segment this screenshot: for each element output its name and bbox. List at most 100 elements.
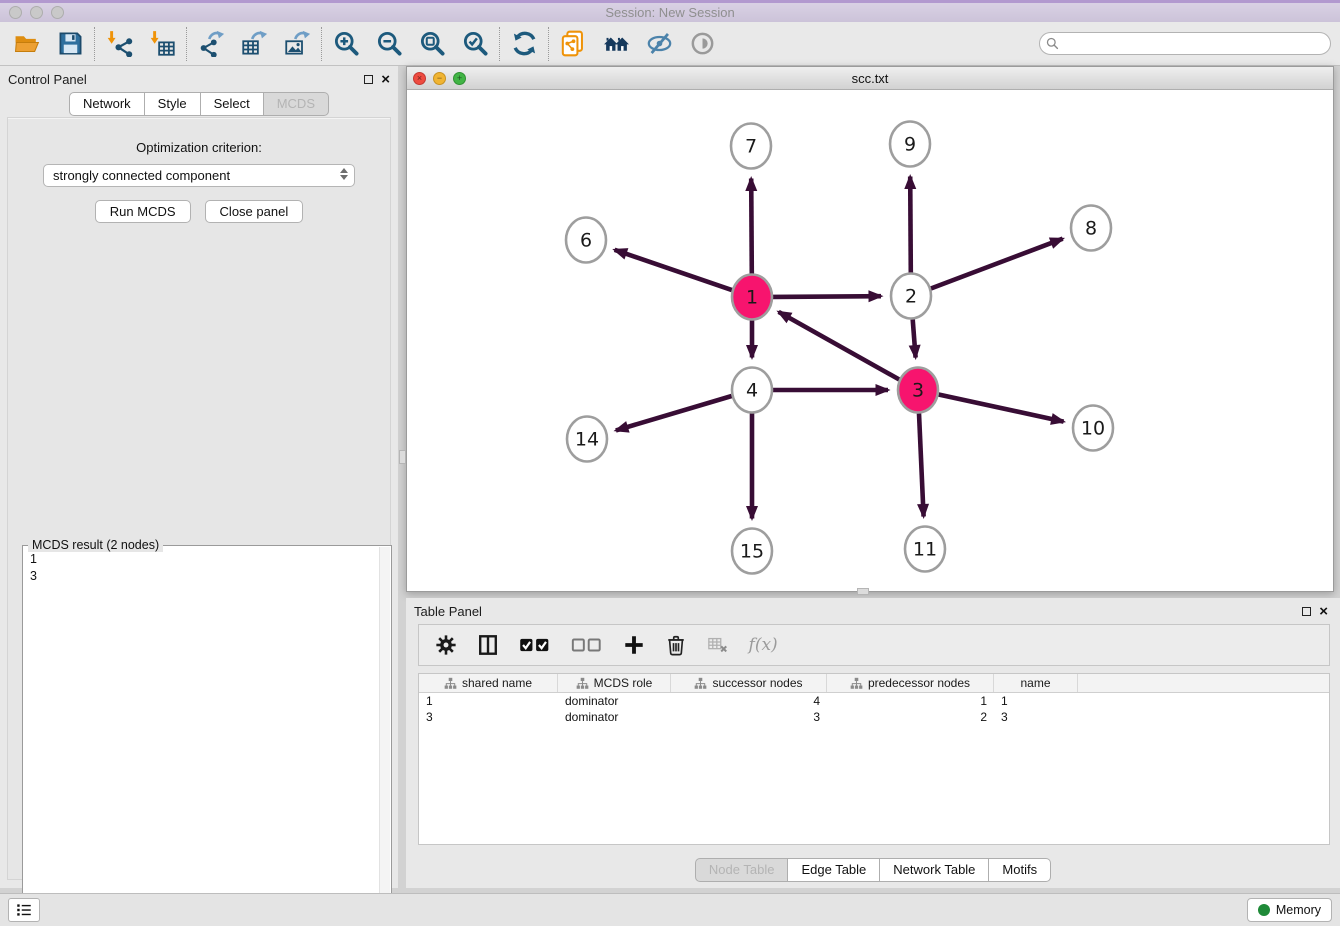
export-network-icon[interactable] xyxy=(194,28,228,60)
splitter-handle-horizontal[interactable] xyxy=(857,588,869,595)
graph-node-8[interactable]: 8 xyxy=(1071,206,1111,251)
graph-node-3[interactable]: 3 xyxy=(898,368,938,413)
svg-text:9: 9 xyxy=(904,134,916,156)
graph-node-11[interactable]: 11 xyxy=(905,527,945,572)
window-titlebar: Session: New Session xyxy=(0,0,1340,22)
tab-mcds[interactable]: MCDS xyxy=(264,92,329,116)
select-all-icon[interactable] xyxy=(519,630,551,660)
save-session-icon[interactable] xyxy=(53,28,87,60)
table-cell: 3 xyxy=(671,709,827,725)
deselect-all-icon[interactable] xyxy=(571,630,603,660)
table-cell: 2 xyxy=(827,709,994,725)
edge-2-9[interactable] xyxy=(910,177,911,273)
table-cell: 3 xyxy=(994,709,1078,725)
network-graph-canvas[interactable]: 7 9 6 8 1 2 4 3 14 10 15 11 xyxy=(407,90,1333,591)
tab-network-table[interactable]: Network Table xyxy=(880,858,989,882)
control-panel-title: Control Panel xyxy=(8,72,87,87)
memory-button[interactable]: Memory xyxy=(1247,898,1332,922)
svg-text:15: 15 xyxy=(740,541,764,563)
edge-2-3[interactable] xyxy=(913,319,916,357)
open-file-icon[interactable] xyxy=(10,28,44,60)
edge-1-7[interactable] xyxy=(751,179,752,274)
graph-node-2[interactable]: 2 xyxy=(891,274,931,319)
task-history-button[interactable] xyxy=(8,898,40,922)
zoom-fit-icon[interactable] xyxy=(415,28,449,60)
apply-layout-icon[interactable] xyxy=(507,28,541,60)
export-image-icon[interactable] xyxy=(280,28,314,60)
table-cell: 3 xyxy=(419,709,558,725)
graph-node-6[interactable]: 6 xyxy=(566,218,606,263)
run-mcds-button[interactable]: Run MCDS xyxy=(95,200,191,223)
import-network-icon[interactable] xyxy=(102,28,136,60)
toolbar-separator xyxy=(548,27,549,61)
tab-motifs[interactable]: Motifs xyxy=(989,858,1051,882)
status-bar: Memory xyxy=(0,893,1340,926)
edge-1-6[interactable] xyxy=(615,250,732,290)
toolbar-separator xyxy=(321,27,322,61)
search-box[interactable] xyxy=(1039,32,1331,55)
close-panel-button[interactable]: Close panel xyxy=(205,200,304,223)
optimization-criterion-label: Optimization criterion: xyxy=(8,140,390,155)
splitter-handle-vertical[interactable] xyxy=(399,450,406,464)
export-table-icon[interactable] xyxy=(237,28,271,60)
svg-text:8: 8 xyxy=(1085,218,1097,240)
criterion-select[interactable]: strongly connected component xyxy=(43,164,355,187)
tab-edge-table[interactable]: Edge Table xyxy=(788,858,880,882)
svg-text:7: 7 xyxy=(745,136,757,158)
hide-selected-icon[interactable] xyxy=(642,28,676,60)
import-table-icon[interactable] xyxy=(145,28,179,60)
graph-node-14[interactable]: 14 xyxy=(567,417,607,462)
graph-node-4[interactable]: 4 xyxy=(732,368,772,413)
zoom-selected-icon[interactable] xyxy=(458,28,492,60)
close-panel-icon[interactable]: × xyxy=(381,72,390,87)
column-header-predecessor-nodes[interactable]: predecessor nodes xyxy=(827,674,994,692)
delete-table-icon xyxy=(707,630,729,660)
column-header-shared-name[interactable]: shared name xyxy=(419,674,558,692)
mcds-result-group: MCDS result (2 nodes) 13 xyxy=(22,545,392,920)
svg-text:1: 1 xyxy=(746,287,758,309)
tab-style[interactable]: Style xyxy=(145,92,201,116)
mcds-result-text[interactable]: 13 xyxy=(24,547,378,918)
edge-1-2[interactable] xyxy=(773,296,881,297)
edge-2-8[interactable] xyxy=(931,239,1063,289)
graph-node-1[interactable]: 1 xyxy=(732,275,772,320)
clone-network-icon[interactable] xyxy=(556,28,590,60)
first-neighbors-icon[interactable] xyxy=(599,28,633,60)
delete-column-icon[interactable] xyxy=(665,630,687,660)
table-row[interactable]: 3dominator323 xyxy=(419,709,1329,725)
toolbar-items xyxy=(10,27,719,61)
column-header-name[interactable]: name xyxy=(994,674,1078,692)
edge-4-14[interactable] xyxy=(616,396,732,430)
column-visibility-icon[interactable] xyxy=(477,630,499,660)
float-panel-icon[interactable] xyxy=(364,75,373,84)
zoom-out-icon[interactable] xyxy=(372,28,406,60)
function-builder-icon: f(x) xyxy=(749,630,778,660)
edge-3-11[interactable] xyxy=(919,414,924,517)
float-table-panel-icon[interactable] xyxy=(1302,607,1311,616)
graph-node-7[interactable]: 7 xyxy=(731,124,771,169)
svg-text:4: 4 xyxy=(746,380,758,402)
search-input[interactable] xyxy=(1060,34,1330,53)
tab-select[interactable]: Select xyxy=(201,92,264,116)
add-column-icon[interactable] xyxy=(623,630,645,660)
tab-node-table[interactable]: Node Table xyxy=(695,858,789,882)
graph-node-9[interactable]: 9 xyxy=(890,122,930,167)
close-table-panel-icon[interactable]: × xyxy=(1319,604,1328,619)
table-panel: Table Panel × f(x) shared nameMCDS roles… xyxy=(406,598,1340,888)
table-settings-icon[interactable] xyxy=(435,630,457,660)
table-row[interactable]: 1dominator411 xyxy=(419,693,1329,709)
node-table: shared nameMCDS rolesuccessor nodesprede… xyxy=(418,673,1330,845)
show-all-icon[interactable] xyxy=(685,28,719,60)
column-header-successor-nodes[interactable]: successor nodes xyxy=(671,674,827,692)
svg-text:6: 6 xyxy=(580,230,592,252)
result-scrollbar[interactable] xyxy=(379,547,390,918)
edge-3-1[interactable] xyxy=(779,312,900,380)
zoom-in-icon[interactable] xyxy=(329,28,363,60)
tab-network[interactable]: Network xyxy=(69,92,145,116)
network-window-title: scc.txt xyxy=(407,71,1333,86)
column-header-MCDS-role[interactable]: MCDS role xyxy=(558,674,671,692)
graph-node-15[interactable]: 15 xyxy=(732,529,772,574)
edge-3-10[interactable] xyxy=(939,395,1064,422)
application-window: Session: New Session Control Panel × Net… xyxy=(0,0,1340,926)
graph-node-10[interactable]: 10 xyxy=(1073,406,1113,451)
